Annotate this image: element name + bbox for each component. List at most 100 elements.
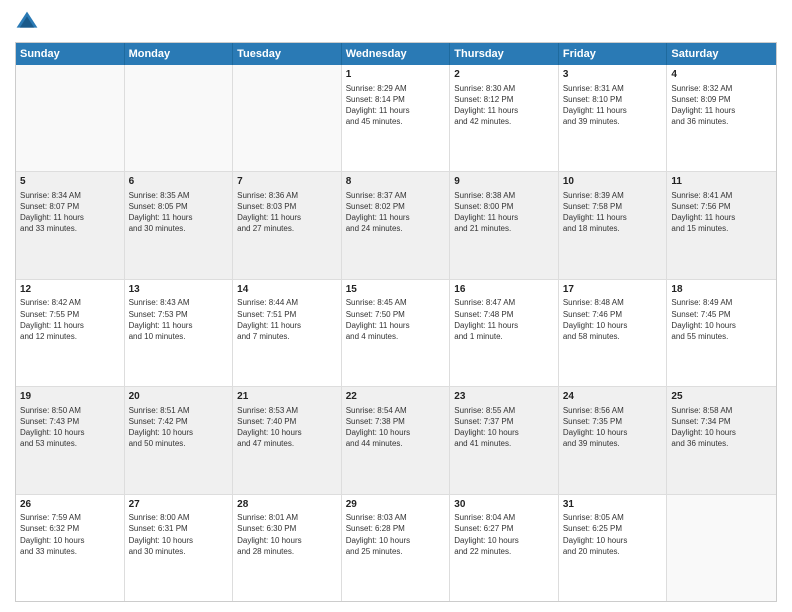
calendar-row: 1Sunrise: 8:29 AM Sunset: 8:14 PM Daylig… xyxy=(16,65,776,172)
calendar-cell: 23Sunrise: 8:55 AM Sunset: 7:37 PM Dayli… xyxy=(450,387,559,493)
calendar-cell: 21Sunrise: 8:53 AM Sunset: 7:40 PM Dayli… xyxy=(233,387,342,493)
cell-text: Sunrise: 8:03 AM Sunset: 6:28 PM Dayligh… xyxy=(346,512,446,557)
day-number: 2 xyxy=(454,68,554,82)
cell-text: Sunrise: 8:43 AM Sunset: 7:53 PM Dayligh… xyxy=(129,297,229,342)
calendar-cell: 11Sunrise: 8:41 AM Sunset: 7:56 PM Dayli… xyxy=(667,172,776,278)
cell-text: Sunrise: 8:44 AM Sunset: 7:51 PM Dayligh… xyxy=(237,297,337,342)
calendar-cell: 12Sunrise: 8:42 AM Sunset: 7:55 PM Dayli… xyxy=(16,280,125,386)
cell-text: Sunrise: 8:50 AM Sunset: 7:43 PM Dayligh… xyxy=(20,405,120,450)
calendar-header-cell: Sunday xyxy=(16,43,125,65)
day-number: 5 xyxy=(20,175,120,189)
calendar-cell: 25Sunrise: 8:58 AM Sunset: 7:34 PM Dayli… xyxy=(667,387,776,493)
day-number: 16 xyxy=(454,283,554,297)
calendar-cell xyxy=(16,65,125,171)
calendar-body: 1Sunrise: 8:29 AM Sunset: 8:14 PM Daylig… xyxy=(16,65,776,601)
calendar-cell: 2Sunrise: 8:30 AM Sunset: 8:12 PM Daylig… xyxy=(450,65,559,171)
calendar-cell: 15Sunrise: 8:45 AM Sunset: 7:50 PM Dayli… xyxy=(342,280,451,386)
cell-text: Sunrise: 8:48 AM Sunset: 7:46 PM Dayligh… xyxy=(563,297,663,342)
calendar-header-cell: Saturday xyxy=(667,43,776,65)
calendar-cell: 7Sunrise: 8:36 AM Sunset: 8:03 PM Daylig… xyxy=(233,172,342,278)
day-number: 27 xyxy=(129,498,229,512)
cell-text: Sunrise: 7:59 AM Sunset: 6:32 PM Dayligh… xyxy=(20,512,120,557)
calendar-cell: 29Sunrise: 8:03 AM Sunset: 6:28 PM Dayli… xyxy=(342,495,451,601)
day-number: 26 xyxy=(20,498,120,512)
cell-text: Sunrise: 8:54 AM Sunset: 7:38 PM Dayligh… xyxy=(346,405,446,450)
day-number: 3 xyxy=(563,68,663,82)
calendar-cell: 4Sunrise: 8:32 AM Sunset: 8:09 PM Daylig… xyxy=(667,65,776,171)
cell-text: Sunrise: 8:34 AM Sunset: 8:07 PM Dayligh… xyxy=(20,190,120,235)
calendar-cell: 9Sunrise: 8:38 AM Sunset: 8:00 PM Daylig… xyxy=(450,172,559,278)
cell-text: Sunrise: 8:41 AM Sunset: 7:56 PM Dayligh… xyxy=(671,190,772,235)
header xyxy=(15,10,777,34)
day-number: 31 xyxy=(563,498,663,512)
cell-text: Sunrise: 8:38 AM Sunset: 8:00 PM Dayligh… xyxy=(454,190,554,235)
cell-text: Sunrise: 8:53 AM Sunset: 7:40 PM Dayligh… xyxy=(237,405,337,450)
page: SundayMondayTuesdayWednesdayThursdayFrid… xyxy=(0,0,792,612)
calendar-cell: 3Sunrise: 8:31 AM Sunset: 8:10 PM Daylig… xyxy=(559,65,668,171)
calendar-cell: 14Sunrise: 8:44 AM Sunset: 7:51 PM Dayli… xyxy=(233,280,342,386)
cell-text: Sunrise: 8:42 AM Sunset: 7:55 PM Dayligh… xyxy=(20,297,120,342)
cell-text: Sunrise: 8:29 AM Sunset: 8:14 PM Dayligh… xyxy=(346,83,446,128)
cell-text: Sunrise: 8:45 AM Sunset: 7:50 PM Dayligh… xyxy=(346,297,446,342)
day-number: 12 xyxy=(20,283,120,297)
cell-text: Sunrise: 8:47 AM Sunset: 7:48 PM Dayligh… xyxy=(454,297,554,342)
cell-text: Sunrise: 8:36 AM Sunset: 8:03 PM Dayligh… xyxy=(237,190,337,235)
calendar-cell: 20Sunrise: 8:51 AM Sunset: 7:42 PM Dayli… xyxy=(125,387,234,493)
cell-text: Sunrise: 8:04 AM Sunset: 6:27 PM Dayligh… xyxy=(454,512,554,557)
day-number: 22 xyxy=(346,390,446,404)
day-number: 28 xyxy=(237,498,337,512)
calendar-cell: 27Sunrise: 8:00 AM Sunset: 6:31 PM Dayli… xyxy=(125,495,234,601)
calendar-cell xyxy=(667,495,776,601)
calendar-cell: 5Sunrise: 8:34 AM Sunset: 8:07 PM Daylig… xyxy=(16,172,125,278)
calendar-cell: 13Sunrise: 8:43 AM Sunset: 7:53 PM Dayli… xyxy=(125,280,234,386)
calendar-row: 12Sunrise: 8:42 AM Sunset: 7:55 PM Dayli… xyxy=(16,280,776,387)
calendar-cell: 28Sunrise: 8:01 AM Sunset: 6:30 PM Dayli… xyxy=(233,495,342,601)
calendar-cell: 17Sunrise: 8:48 AM Sunset: 7:46 PM Dayli… xyxy=(559,280,668,386)
calendar-cell: 16Sunrise: 8:47 AM Sunset: 7:48 PM Dayli… xyxy=(450,280,559,386)
day-number: 30 xyxy=(454,498,554,512)
calendar-cell: 26Sunrise: 7:59 AM Sunset: 6:32 PM Dayli… xyxy=(16,495,125,601)
day-number: 9 xyxy=(454,175,554,189)
day-number: 11 xyxy=(671,175,772,189)
cell-text: Sunrise: 8:30 AM Sunset: 8:12 PM Dayligh… xyxy=(454,83,554,128)
day-number: 7 xyxy=(237,175,337,189)
day-number: 6 xyxy=(129,175,229,189)
cell-text: Sunrise: 8:56 AM Sunset: 7:35 PM Dayligh… xyxy=(563,405,663,450)
day-number: 20 xyxy=(129,390,229,404)
cell-text: Sunrise: 8:55 AM Sunset: 7:37 PM Dayligh… xyxy=(454,405,554,450)
calendar-header-cell: Monday xyxy=(125,43,234,65)
day-number: 15 xyxy=(346,283,446,297)
calendar-row: 5Sunrise: 8:34 AM Sunset: 8:07 PM Daylig… xyxy=(16,172,776,279)
calendar-cell: 31Sunrise: 8:05 AM Sunset: 6:25 PM Dayli… xyxy=(559,495,668,601)
calendar-header-cell: Thursday xyxy=(450,43,559,65)
day-number: 21 xyxy=(237,390,337,404)
cell-text: Sunrise: 8:51 AM Sunset: 7:42 PM Dayligh… xyxy=(129,405,229,450)
cell-text: Sunrise: 8:39 AM Sunset: 7:58 PM Dayligh… xyxy=(563,190,663,235)
calendar-cell: 30Sunrise: 8:04 AM Sunset: 6:27 PM Dayli… xyxy=(450,495,559,601)
logo xyxy=(15,10,43,34)
day-number: 13 xyxy=(129,283,229,297)
cell-text: Sunrise: 8:35 AM Sunset: 8:05 PM Dayligh… xyxy=(129,190,229,235)
day-number: 1 xyxy=(346,68,446,82)
day-number: 10 xyxy=(563,175,663,189)
calendar-header-cell: Wednesday xyxy=(342,43,451,65)
cell-text: Sunrise: 8:00 AM Sunset: 6:31 PM Dayligh… xyxy=(129,512,229,557)
day-number: 29 xyxy=(346,498,446,512)
calendar-cell: 10Sunrise: 8:39 AM Sunset: 7:58 PM Dayli… xyxy=(559,172,668,278)
cell-text: Sunrise: 8:58 AM Sunset: 7:34 PM Dayligh… xyxy=(671,405,772,450)
calendar-header-cell: Friday xyxy=(559,43,668,65)
calendar-cell: 24Sunrise: 8:56 AM Sunset: 7:35 PM Dayli… xyxy=(559,387,668,493)
calendar-cell: 1Sunrise: 8:29 AM Sunset: 8:14 PM Daylig… xyxy=(342,65,451,171)
cell-text: Sunrise: 8:49 AM Sunset: 7:45 PM Dayligh… xyxy=(671,297,772,342)
day-number: 25 xyxy=(671,390,772,404)
calendar-cell: 19Sunrise: 8:50 AM Sunset: 7:43 PM Dayli… xyxy=(16,387,125,493)
calendar-header-row: SundayMondayTuesdayWednesdayThursdayFrid… xyxy=(16,43,776,65)
cell-text: Sunrise: 8:01 AM Sunset: 6:30 PM Dayligh… xyxy=(237,512,337,557)
day-number: 19 xyxy=(20,390,120,404)
calendar-cell: 8Sunrise: 8:37 AM Sunset: 8:02 PM Daylig… xyxy=(342,172,451,278)
day-number: 23 xyxy=(454,390,554,404)
day-number: 4 xyxy=(671,68,772,82)
calendar-cell: 6Sunrise: 8:35 AM Sunset: 8:05 PM Daylig… xyxy=(125,172,234,278)
calendar-row: 26Sunrise: 7:59 AM Sunset: 6:32 PM Dayli… xyxy=(16,495,776,601)
day-number: 24 xyxy=(563,390,663,404)
